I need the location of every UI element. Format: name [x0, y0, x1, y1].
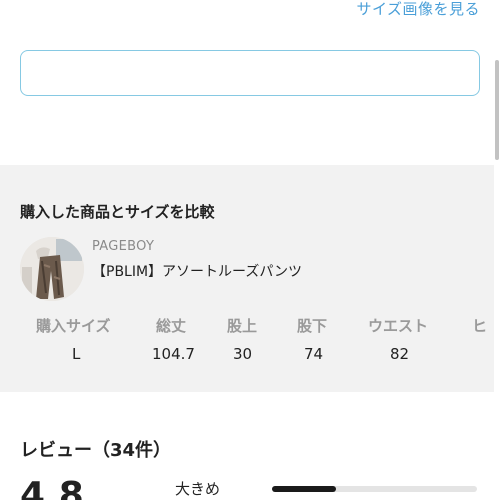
scrollbar-thumb[interactable]	[495, 60, 499, 160]
size-table-header: ウエスト	[368, 317, 429, 335]
size-image-link[interactable]: サイズ画像を見る	[356, 0, 480, 19]
size-table-header: 総丈	[156, 317, 187, 335]
size-table-value-row: L 104.7 30 74 82	[0, 345, 494, 367]
average-rating: 4.8	[20, 475, 84, 500]
size-table-cell: 82	[390, 345, 410, 363]
size-table-header: 股下	[297, 317, 328, 335]
size-table-header-row: 購入サイズ 総丈 股上 股下 ウエスト ヒ	[0, 315, 494, 337]
size-table-cell: 30	[233, 345, 253, 363]
search-input[interactable]	[20, 50, 480, 96]
size-table-header: 購入サイズ	[36, 317, 111, 335]
size-table-cell: 74	[304, 345, 324, 363]
size-comparison-title: 購入した商品とサイズを比較	[20, 203, 215, 221]
scrollbar[interactable]	[494, 0, 500, 500]
product-brand: PAGEBOY	[92, 239, 155, 254]
reviews-title: レビュー（34件）	[20, 440, 172, 461]
product-thumbnail-image	[20, 237, 84, 301]
size-table-header: ヒ	[472, 317, 488, 335]
fit-bar-large	[272, 486, 477, 492]
fit-bar-fill	[272, 486, 336, 492]
size-table-cell: 104.7	[152, 345, 195, 363]
size-table-header: 股上	[227, 317, 258, 335]
size-comparison-section: 購入した商品とサイズを比較 PAGEBOY 【PBLIM】アソートルーズパンツ …	[0, 165, 494, 392]
product-thumbnail[interactable]	[20, 237, 84, 301]
product-name[interactable]: 【PBLIM】アソートルーズパンツ	[92, 261, 302, 281]
fit-label-large: 大きめ	[175, 480, 221, 498]
size-table-cell: L	[72, 345, 81, 363]
